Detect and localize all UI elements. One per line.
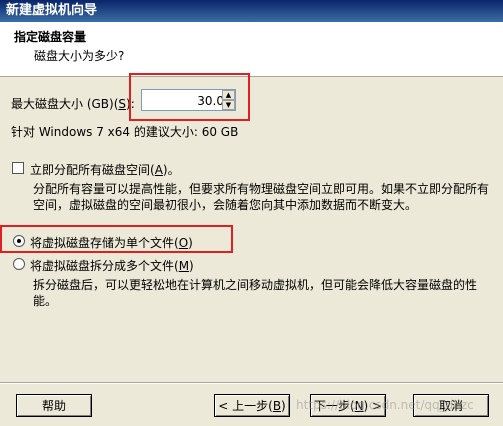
allocate-checkbox[interactable] bbox=[12, 162, 24, 174]
page-subtitle: 磁盘大小为多少? bbox=[34, 49, 125, 63]
allocate-description: 分配所有容量可以提高性能，但要求所有物理磁盘空间立即可用。如果不立即分配所有 空… bbox=[33, 182, 490, 212]
single-file-label[interactable]: 将虚拟磁盘存储为单个文件(O) bbox=[30, 234, 193, 251]
allocate-label[interactable]: 立即分配所有磁盘空间(A)。 bbox=[30, 161, 180, 178]
disk-size-label: 最大磁盘大小 (GB)(S): bbox=[11, 97, 135, 111]
next-button[interactable]: 下一步(N) > bbox=[310, 394, 386, 417]
wizard-header: 指定磁盘容量 磁盘大小为多少? bbox=[0, 22, 503, 77]
multi-file-description: 拆分磁盘后，可以更轻松地在计算机之间移动虚拟机，但可能会降低大容量磁盘的性 能。 bbox=[33, 278, 478, 308]
window-title: 新建虚拟机向导 bbox=[0, 0, 503, 22]
back-button[interactable]: < 上一步(B) bbox=[214, 394, 290, 417]
highlight-box-size bbox=[129, 73, 250, 121]
help-button[interactable]: 帮助 bbox=[16, 394, 92, 417]
recommended-size-text: 针对 Windows 7 x64 的建议大小: 60 GB bbox=[11, 125, 239, 139]
cancel-button[interactable]: 取消 bbox=[413, 394, 489, 417]
multi-file-label[interactable]: 将虚拟磁盘拆分成多个文件(M) bbox=[30, 257, 194, 274]
multi-file-radio[interactable] bbox=[13, 258, 25, 270]
single-file-radio[interactable] bbox=[13, 235, 25, 247]
page-title: 指定磁盘容量 bbox=[14, 30, 87, 44]
footer-separator bbox=[0, 382, 503, 384]
